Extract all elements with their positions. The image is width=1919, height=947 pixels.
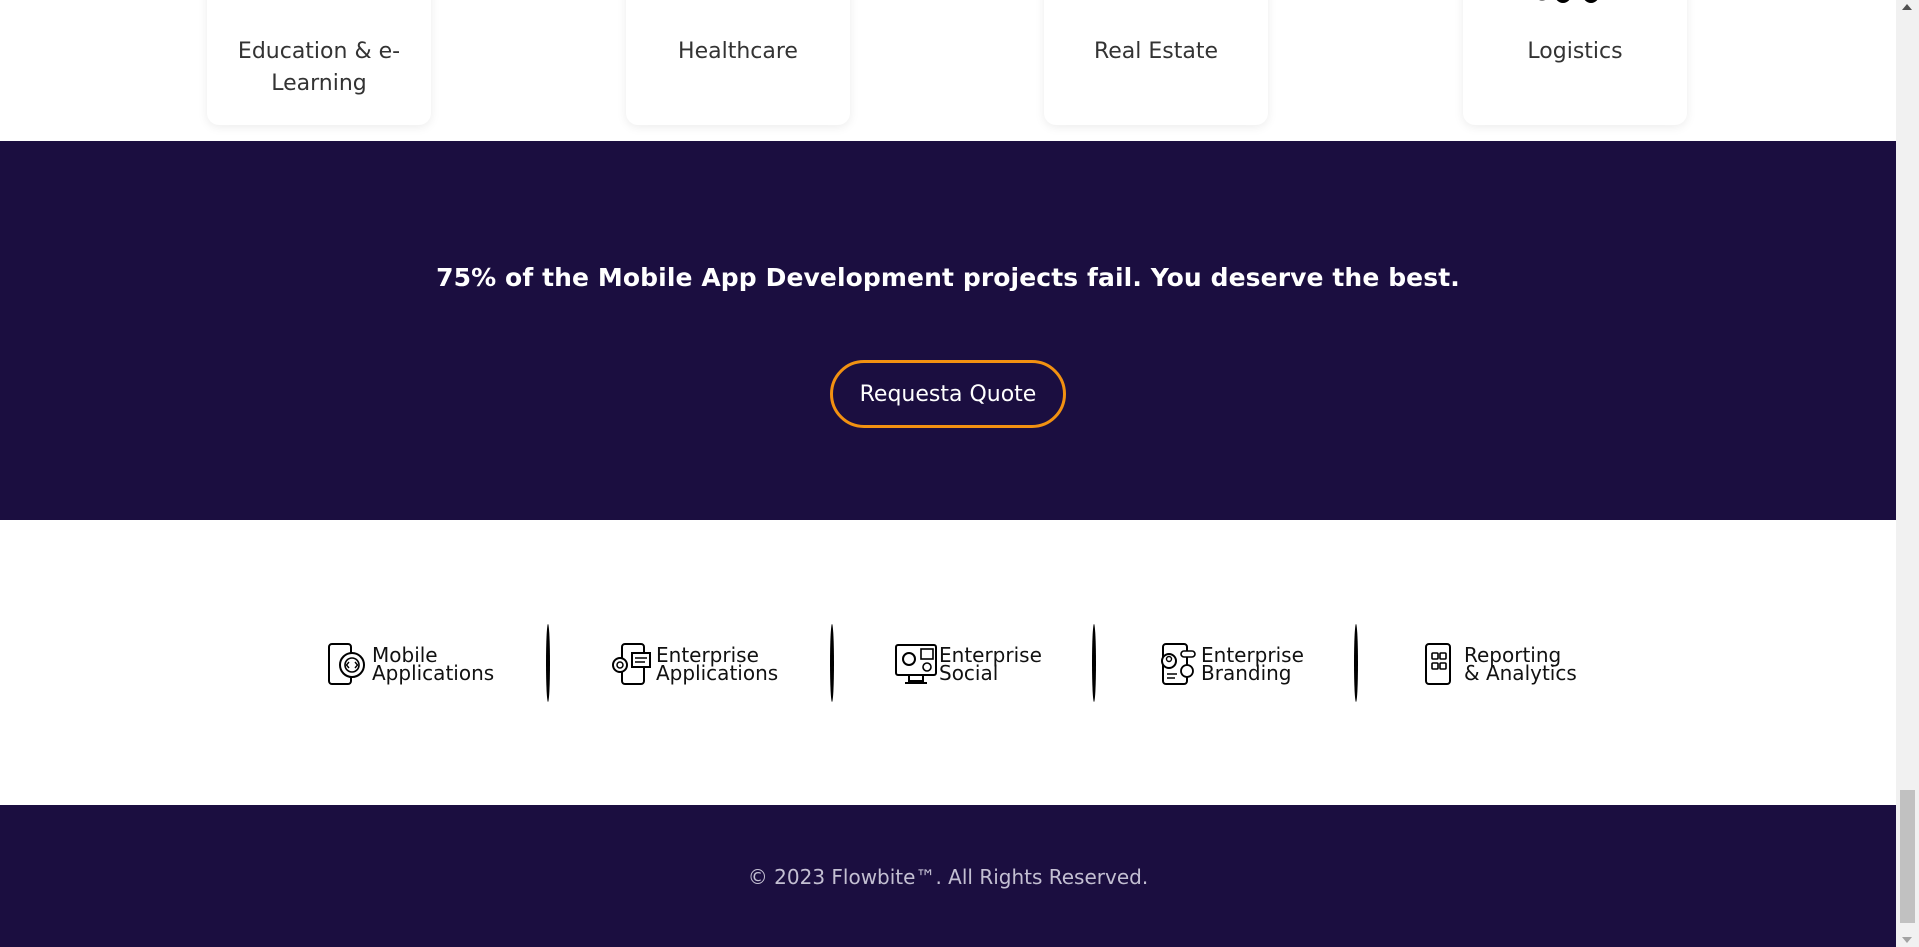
page: Education & e-Learning Healthcare Real E… <box>0 0 1919 947</box>
service-enterprise-social[interactable]: Enterprise Social <box>893 640 1042 688</box>
service-label-line2: Branding <box>1201 661 1292 685</box>
service-enterprise-branding[interactable]: Enterprise Branding <box>1155 640 1304 688</box>
service-label: Enterprise Applications <box>656 645 779 685</box>
mobile-code-gear-icon <box>328 643 365 685</box>
divider <box>1354 624 1358 702</box>
services-section: Mobile Applications Enterprise Applicati… <box>0 520 1896 805</box>
service-label-line2: & Analytics <box>1464 661 1577 685</box>
service-label-line2: Applications <box>656 661 779 685</box>
logistics-truck-icon <box>1539 0 1598 3</box>
service-mobile-applications[interactable]: Mobile Applications <box>326 640 494 688</box>
service-label-line2: Applications <box>372 661 495 685</box>
service-label: Enterprise Social <box>939 645 1042 683</box>
page-content: Education & e-Learning Healthcare Real E… <box>0 0 1896 947</box>
industry-label: Real Estate <box>1093 39 1219 64</box>
enterprise-social-icon <box>895 644 937 684</box>
enterprise-apps-icon <box>612 643 651 685</box>
service-label: Reporting & Analytics <box>1464 645 1577 685</box>
cta-section: 75% of the Mobile App Development projec… <box>0 141 1896 520</box>
industry-card-real-estate[interactable]: Real Estate <box>1044 0 1268 125</box>
industry-card-education[interactable]: Education & e-Learning <box>207 0 431 125</box>
service-reporting-analytics[interactable]: Reporting & Analytics <box>1418 640 1577 688</box>
industry-label: Logistics <box>1527 39 1623 64</box>
divider <box>546 624 550 702</box>
industry-card-healthcare[interactable]: Healthcare <box>626 0 850 125</box>
scrollbar-thumb[interactable] <box>1900 790 1915 923</box>
education-icon <box>289 0 349 8</box>
footer: © 2023 Flowbite™. All Rights Reserved. <box>0 805 1896 947</box>
request-quote-button[interactable]: Requesta Quote <box>830 360 1066 428</box>
divider <box>830 624 834 702</box>
vertical-scrollbar[interactable] <box>1896 0 1919 947</box>
scroll-down-arrow-icon[interactable] <box>1902 937 1912 943</box>
real-estate-icon <box>1101 0 1211 4</box>
industry-label: Education & e-Learning <box>237 39 401 96</box>
industries-section: Education & e-Learning Healthcare Real E… <box>0 0 1896 141</box>
enterprise-branding-icon <box>1161 643 1196 685</box>
copyright-text: © 2023 Flowbite™. All Rights Reserved. <box>747 865 1149 889</box>
scroll-up-arrow-icon[interactable] <box>1902 4 1912 10</box>
service-label: Mobile Applications <box>372 645 495 685</box>
service-label: Enterprise Branding <box>1201 645 1304 685</box>
healthcare-icon <box>703 0 773 2</box>
industry-label: Healthcare <box>678 39 798 64</box>
reporting-analytics-icon <box>1425 643 1451 685</box>
cta-heading: 75% of the Mobile App Development projec… <box>436 263 1460 292</box>
divider <box>1092 624 1096 702</box>
industry-card-logistics[interactable]: Logistics <box>1463 0 1687 125</box>
service-enterprise-applications[interactable]: Enterprise Applications <box>610 640 778 688</box>
